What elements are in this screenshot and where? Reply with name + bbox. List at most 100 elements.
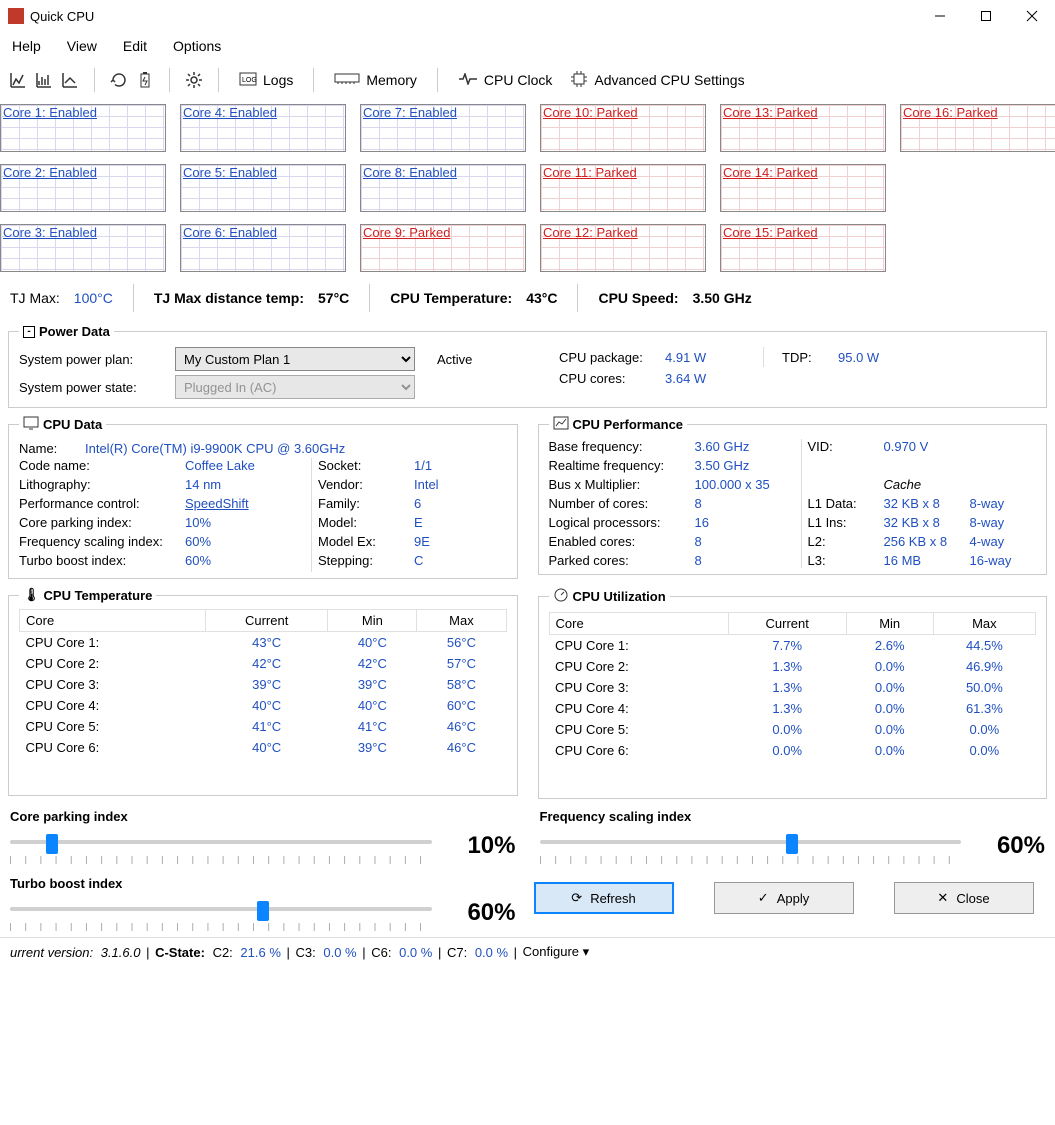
- core-label: Core 14: Parked: [723, 165, 818, 180]
- core-cell[interactable]: Core 12: Parked: [540, 224, 706, 272]
- core-cell[interactable]: Core 16: Parked: [900, 104, 1055, 152]
- core-cell[interactable]: Core 11: Parked: [540, 164, 706, 212]
- core-cell[interactable]: Core 1: Enabled: [0, 104, 166, 152]
- core-label: Core 10: Parked: [543, 105, 638, 120]
- core-label: Core 8: Enabled: [363, 165, 457, 180]
- table-row: CPU Core 5:0.0%0.0%0.0%: [549, 719, 1036, 740]
- plan-label: System power plan:: [19, 352, 169, 367]
- logs-button[interactable]: LOGLogs: [233, 68, 299, 93]
- core-cell[interactable]: Core 5: Enabled: [180, 164, 346, 212]
- gear-icon[interactable]: [184, 70, 204, 90]
- table-row: CPU Core 6:0.0%0.0%0.0%: [549, 740, 1036, 761]
- speedshift-link[interactable]: SpeedShift: [185, 496, 305, 511]
- thermometer-icon: 🌡: [23, 587, 40, 603]
- window-title: Quick CPU: [30, 9, 94, 24]
- check-icon: ✓: [758, 890, 769, 906]
- cores-label: CPU cores:: [559, 371, 659, 386]
- close-button-bottom[interactable]: ✕Close: [894, 882, 1034, 914]
- close-button[interactable]: [1009, 0, 1055, 32]
- core-cell[interactable]: Core 2: Enabled: [0, 164, 166, 212]
- power-plan-select[interactable]: My Custom Plan 1: [175, 347, 415, 371]
- core-cell[interactable]: Core 8: Enabled: [360, 164, 526, 212]
- cputemp-value: 43°C: [526, 290, 557, 306]
- temp-table: CoreCurrentMinMax CPU Core 1:43°C40°C56°…: [19, 609, 507, 758]
- core-parking-slider-box: Core parking index 10%: [0, 803, 526, 870]
- cpu-utilization-panel: CPU Utilization CoreCurrentMinMax CPU Co…: [538, 587, 1048, 799]
- configure-link[interactable]: Configure ▾: [523, 944, 590, 960]
- table-row: CPU Core 2:42°C42°C57°C: [20, 653, 507, 674]
- core-cell[interactable]: Core 10: Parked: [540, 104, 706, 152]
- refresh-icon: ⟳: [571, 890, 582, 906]
- menu-help[interactable]: Help: [12, 38, 41, 54]
- gauge-icon: [553, 587, 569, 606]
- tjmax-value: 100°C: [74, 290, 113, 306]
- maximize-button[interactable]: [963, 0, 1009, 32]
- menu-edit[interactable]: Edit: [123, 38, 147, 54]
- core-label: Core 5: Enabled: [183, 165, 277, 180]
- stat-bar: TJ Max: 100°C TJ Max distance temp: 57°C…: [0, 276, 1055, 320]
- core-cell[interactable]: Core 13: Parked: [720, 104, 886, 152]
- advanced-cpu-button[interactable]: Advanced CPU Settings: [564, 66, 750, 95]
- tjmax-label: TJ Max:: [10, 290, 60, 306]
- pkg-label: CPU package:: [559, 350, 659, 365]
- core-cell[interactable]: Core 9: Parked: [360, 224, 526, 272]
- cpuspeed-value: 3.50 GHz: [693, 290, 752, 306]
- minimize-button[interactable]: [917, 0, 963, 32]
- cpu-clock-button[interactable]: CPU Clock: [452, 68, 558, 92]
- cpu-performance-panel: CPU Performance Base frequency:3.60 GHz …: [538, 416, 1048, 575]
- turbo-boost-slider[interactable]: [10, 895, 432, 931]
- core-label: Core 4: Enabled: [183, 105, 277, 120]
- core-label: Core 6: Enabled: [183, 225, 277, 240]
- temp-table-scroll[interactable]: CoreCurrentMinMax CPU Core 1:43°C40°C56°…: [19, 609, 507, 789]
- core-cell[interactable]: Core 7: Enabled: [360, 104, 526, 152]
- table-row: CPU Core 2:1.3%0.0%46.9%: [549, 656, 1036, 677]
- tdp-value: 95.0 W: [838, 350, 879, 365]
- memory-button[interactable]: Memory: [328, 68, 423, 92]
- util-table-scroll[interactable]: CoreCurrentMinMax CPU Core 1:7.7%2.6%44.…: [549, 612, 1037, 792]
- cpu-data-panel: CPU Data Name:Intel(R) Core(TM) i9-9900K…: [8, 416, 518, 579]
- core-label: Core 13: Parked: [723, 105, 818, 120]
- app-icon: [8, 8, 24, 24]
- core-label: Core 12: Parked: [543, 225, 638, 240]
- core-cell[interactable]: Core 6: Enabled: [180, 224, 346, 272]
- graph2-icon[interactable]: [34, 70, 54, 90]
- graph1-icon[interactable]: [8, 70, 28, 90]
- collapse-icon[interactable]: -: [23, 326, 35, 338]
- core-cell[interactable]: Core 3: Enabled: [0, 224, 166, 272]
- refresh-button[interactable]: ⟳Refresh: [534, 882, 674, 914]
- core-label: Core 11: Parked: [543, 165, 637, 180]
- tdp-label: TDP:: [782, 350, 832, 365]
- pulse-icon: [458, 72, 478, 88]
- apply-button[interactable]: ✓Apply: [714, 882, 854, 914]
- log-icon: LOG: [239, 72, 257, 89]
- core-cell[interactable]: Core 15: Parked: [720, 224, 886, 272]
- cores-value: 3.64 W: [665, 371, 706, 386]
- core-label: Core 9: Parked: [363, 225, 450, 240]
- menu-view[interactable]: View: [67, 38, 97, 54]
- table-row: CPU Core 1:7.7%2.6%44.5%: [549, 635, 1036, 657]
- refresh-icon[interactable]: [109, 70, 129, 90]
- titlebar: Quick CPU: [0, 0, 1055, 32]
- chart-icon: [553, 416, 569, 433]
- plan-status: Active: [437, 352, 472, 367]
- turbo-boost-slider-box: Turbo boost index 60%: [0, 870, 526, 937]
- monitor-icon: [23, 416, 39, 433]
- core-cell[interactable]: Core 14: Parked: [720, 164, 886, 212]
- graph3-icon[interactable]: [60, 70, 80, 90]
- battery-icon[interactable]: [135, 70, 155, 90]
- core-label: Core 2: Enabled: [3, 165, 97, 180]
- tjdist-value: 57°C: [318, 290, 349, 306]
- core-label: Core 1: Enabled: [3, 105, 97, 120]
- chevron-down-icon: ▾: [583, 944, 590, 959]
- core-parking-slider[interactable]: [10, 828, 432, 864]
- frequency-scaling-slider[interactable]: [540, 828, 962, 864]
- table-row: CPU Core 3:39°C39°C58°C: [20, 674, 507, 695]
- cpuspeed-label: CPU Speed:: [598, 290, 678, 306]
- core-label: Core 7: Enabled: [363, 105, 457, 120]
- core-cell[interactable]: Core 4: Enabled: [180, 104, 346, 152]
- status-bar: urrent version: 3.1.6.0 | C-State: C2: 2…: [0, 937, 1055, 966]
- core-grid: Core 1: Enabled Core 4: Enabled Core 7: En…: [0, 100, 1055, 276]
- menu-options[interactable]: Options: [173, 38, 221, 54]
- table-row: CPU Core 4:1.3%0.0%61.3%: [549, 698, 1036, 719]
- power-data-panel: - Power Data System power plan: My Custo…: [8, 324, 1047, 408]
